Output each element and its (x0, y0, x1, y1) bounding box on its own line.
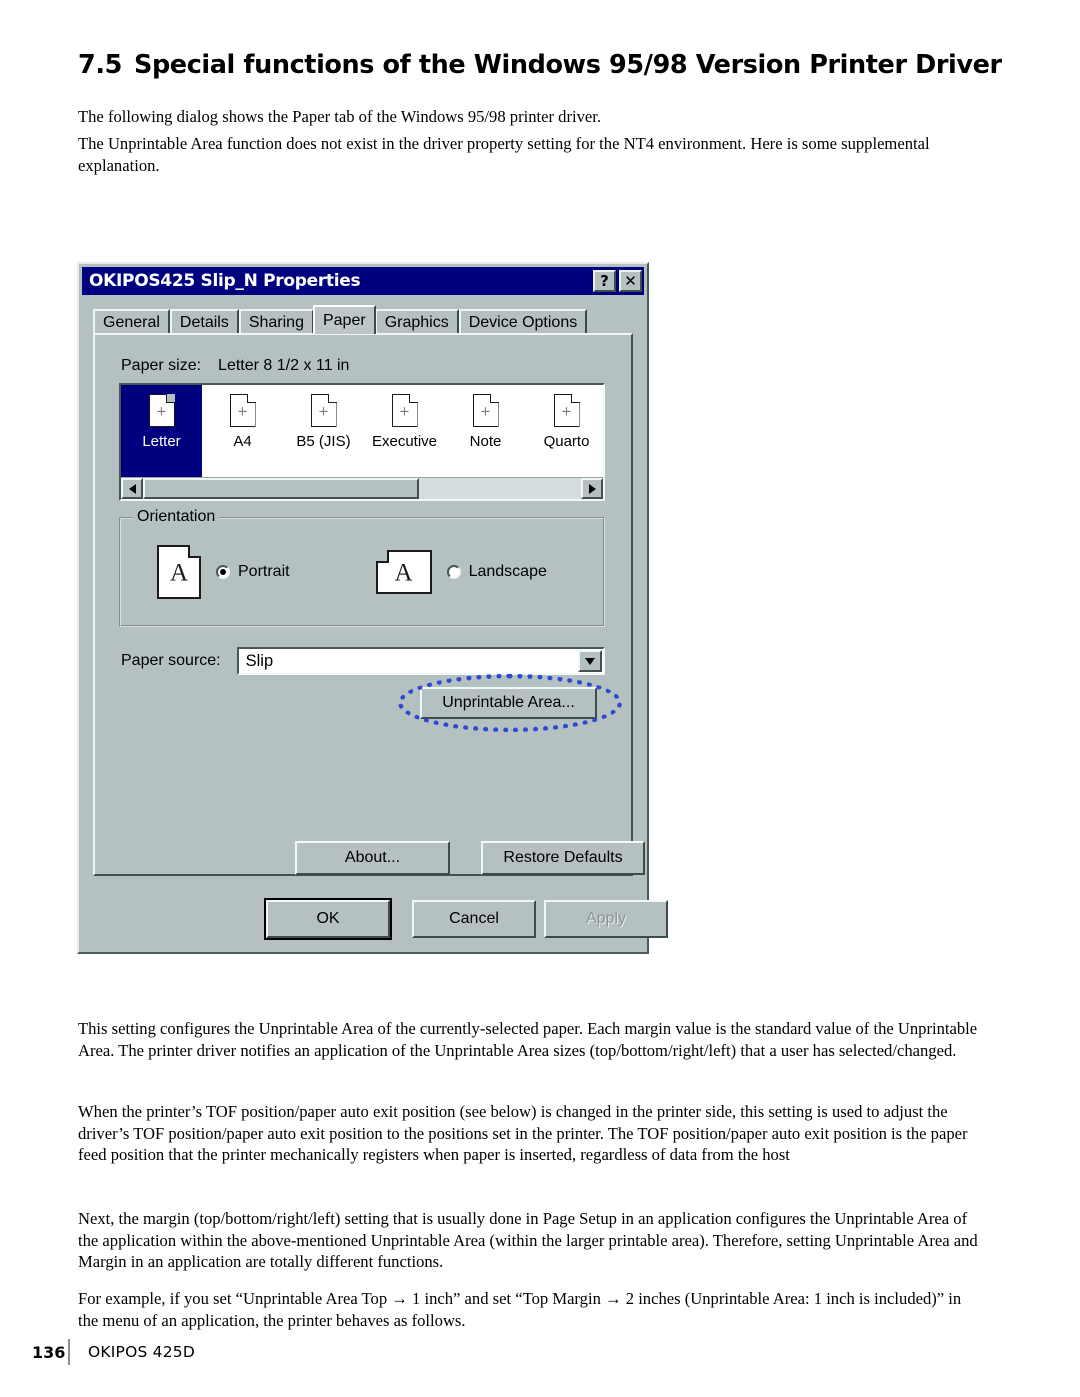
scrollbar-thumb[interactable] (143, 478, 419, 499)
landscape-label: Landscape (468, 563, 547, 580)
unprintable-area-button[interactable]: Unprintable Area... (420, 687, 597, 719)
apply-button: Apply (544, 900, 668, 938)
paper-size-item-label: A4 (233, 433, 252, 450)
page-icon: + (553, 394, 580, 427)
page-icon: + (310, 394, 337, 427)
tab-sharing[interactable]: Sharing (238, 309, 314, 334)
portrait-icon-letter: A (169, 559, 189, 587)
about-button[interactable]: About... (295, 841, 450, 875)
paper-size-item-a4[interactable]: + A4 (202, 385, 283, 477)
paper-size-items: + Letter + A4 + B5 (JIS) + Executive + N… (121, 385, 603, 477)
dialog-action-bar: OK Cancel Apply (79, 898, 668, 942)
orientation-group-title: Orientation (133, 508, 220, 526)
paper-size-listbox[interactable]: + Letter + A4 + B5 (JIS) + Executive + N… (119, 383, 605, 501)
portrait-page-icon: A (157, 545, 201, 599)
footer-page-number: 136 (32, 1342, 66, 1362)
paper-size-item-b5jis[interactable]: + B5 (JIS) (283, 385, 364, 477)
dialog-frame: OKIPOS425 Slip_N Properties ? ✕ General … (77, 262, 668, 954)
body-paragraph-4: For example, if you set “Unprintable Are… (78, 1289, 962, 1330)
tab-strip: General Details Sharing Paper Graphics D… (93, 305, 633, 334)
landscape-page-icon: A (375, 550, 432, 594)
close-icon[interactable]: ✕ (619, 270, 642, 292)
page-icon: + (472, 394, 499, 427)
section-title: Special functions of the Windows 95/98 V… (133, 50, 1002, 80)
scroll-right-arrow-icon[interactable] (581, 478, 603, 499)
ok-button[interactable]: OK (264, 898, 392, 940)
landscape-icon-letter: A (394, 559, 413, 587)
tab-device-options[interactable]: Device Options (458, 309, 588, 334)
paper-source-label: Paper source: (121, 652, 221, 669)
page-footer: 136 OKIPOS 425D (32, 1337, 1048, 1367)
paper-source-combobox[interactable]: Slip (236, 647, 605, 675)
tab-graphics[interactable]: Graphics (374, 309, 459, 334)
cancel-button[interactable]: Cancel (412, 900, 536, 938)
paper-tab-panel: Paper size: Letter 8 1/2 x 11 in + Lette… (93, 333, 645, 876)
paper-size-label: Paper size: (121, 357, 202, 374)
intro-paragraph-1: The following dialog shows the Paper tab… (78, 107, 602, 126)
paper-source-value: Slip (245, 651, 274, 670)
page-icon: + (229, 394, 256, 427)
dialog-titlebar: OKIPOS425 Slip_N Properties ? ✕ (82, 267, 644, 295)
scrollbar-track[interactable] (143, 478, 581, 499)
paper-source-row: Paper source: Slip (121, 647, 605, 675)
body-paragraph-2: When the printer’s TOF position/paper au… (78, 1102, 968, 1164)
paper-size-item-label: Executive (371, 433, 438, 450)
dialog-title: OKIPOS425 Slip_N Properties (89, 271, 361, 291)
paper-size-item-label: Letter (142, 433, 181, 450)
portrait-label: Portrait (238, 563, 290, 580)
paper-size-value: Letter 8 1/2 x 11 in (218, 357, 350, 374)
page-icon: + (391, 394, 418, 427)
body-paragraph-3: Next, the margin (top/bottom/right/left)… (78, 1209, 978, 1271)
restore-defaults-button[interactable]: Restore Defaults (481, 841, 645, 875)
orientation-options: A Portrait A Landscape (157, 545, 547, 599)
tab-paper[interactable]: Paper (312, 305, 376, 334)
paper-size-item-executive[interactable]: + Executive (364, 385, 445, 477)
paper-size-item-quarto[interactable]: + Quarto (526, 385, 603, 477)
portrait-radio[interactable] (216, 565, 230, 579)
tab-general[interactable]: General (93, 309, 170, 334)
section-number: 7.5 (78, 50, 122, 80)
orientation-landscape-option[interactable]: A Landscape (375, 550, 547, 594)
paper-size-item-letter[interactable]: + Letter (121, 385, 202, 477)
page-icon: + (148, 394, 175, 427)
chevron-down-icon[interactable] (578, 650, 602, 672)
footer-divider (68, 1339, 70, 1365)
page-title: 7.5 Special functions of the Windows 95/9… (78, 50, 1002, 80)
tab-details[interactable]: Details (169, 309, 239, 334)
body-paragraph-1: This setting configures the Unprintable … (78, 1019, 978, 1060)
paper-size-item-label: B5 (JIS) (296, 433, 351, 450)
paper-size-item-note[interactable]: + Note (445, 385, 526, 477)
printer-properties-dialog: OKIPOS425 Slip_N Properties ? ✕ General … (77, 262, 668, 954)
paper-size-row: Paper size: Letter 8 1/2 x 11 in (121, 357, 349, 375)
help-icon[interactable]: ? (593, 270, 616, 292)
footer-model-name: OKIPOS 425D (88, 1343, 195, 1361)
document-page: 7.5 Special functions of the Windows 95/9… (0, 0, 1080, 1397)
intro-paragraph-2: The Unprintable Area function does not e… (78, 134, 930, 175)
scroll-left-arrow-icon[interactable] (121, 478, 143, 499)
orientation-portrait-option[interactable]: A Portrait (157, 545, 290, 599)
paper-size-item-label: Note (469, 433, 502, 450)
paper-size-hscrollbar[interactable] (121, 477, 603, 499)
paper-size-item-label: Quarto (543, 433, 590, 450)
landscape-radio[interactable] (446, 565, 461, 579)
orientation-groupbox: Orientation A Portrait A Landscape (119, 508, 605, 627)
